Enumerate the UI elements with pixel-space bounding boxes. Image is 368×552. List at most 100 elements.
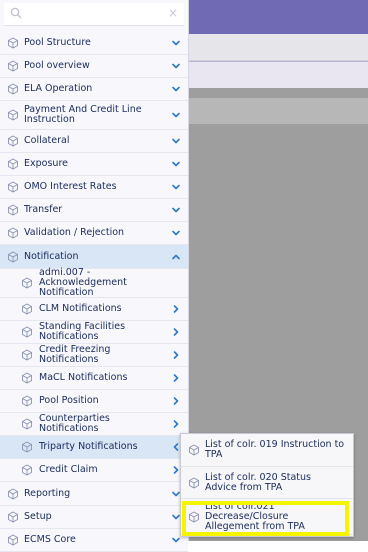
cube-icon — [21, 349, 33, 361]
sidebar-item-payment-and-credit-line-instruction[interactable]: Payment And Credit Line Instruction — [0, 101, 188, 130]
sidebar-item-label: Counterparties Notifications — [39, 413, 110, 434]
cube-icon — [7, 534, 19, 546]
sidebar-item-notification[interactable]: Notification — [0, 245, 188, 269]
submenu-item-list-of-colr-019-instruction-to-tpa[interactable]: List of colr. 019 Instruction to TPA — [181, 434, 353, 467]
sidebar-item-credit-claim[interactable]: Credit Claim — [0, 459, 188, 482]
sidebar-item-credit-freezing-notifications[interactable]: Credit Freezing Notifications — [0, 344, 188, 367]
sidebar-item-label: Reporting — [24, 487, 71, 499]
sidebar-item-label: Standing Facilities Notifications — [39, 321, 126, 342]
sidebar-item-label: Pool Structure — [24, 36, 91, 48]
sidebar-item-counterparties-notifications[interactable]: Counterparties Notifications — [0, 413, 188, 436]
chevron-right-icon[interactable] — [172, 397, 180, 405]
sidebar-item-ela-operation[interactable]: ELA Operation — [0, 78, 188, 101]
chevron-right-icon[interactable] — [172, 466, 180, 474]
cube-icon — [7, 250, 19, 263]
sidebar-item-label: CLM Notifications — [39, 303, 122, 314]
cube-icon — [7, 511, 19, 523]
sidebar-item-label: admi.007 - Acknowledgement Notification — [39, 267, 127, 298]
submenu-item-list-of-colr-020-status-advice-from-tpa[interactable]: List of colr. 020 Status Advice from TPA — [181, 467, 353, 499]
sidebar-item-omo-interest-rates[interactable]: OMO Interest Rates — [0, 176, 188, 199]
sidebar-item-label: Pool overview — [24, 60, 90, 71]
chevron-down-icon[interactable] — [172, 85, 180, 93]
cube-icon — [188, 476, 200, 489]
sidebar-item-label: Notification — [24, 250, 79, 262]
chevron-down-icon[interactable] — [172, 536, 180, 544]
chevron-right-icon[interactable] — [172, 351, 180, 359]
sidebar-item-macl-notifications[interactable]: MaCL Notifications — [0, 367, 188, 390]
submenu-item-label: List of colr. 019 Instruction to TPA — [205, 439, 345, 460]
chevron-down-icon[interactable] — [172, 39, 180, 47]
background-toolbar — [188, 34, 368, 61]
cube-icon — [7, 158, 19, 170]
sidebar-item-label: OMO Interest Rates — [24, 181, 117, 192]
cube-icon — [7, 109, 19, 121]
cube-icon — [7, 60, 19, 72]
sidebar-item-label: Validation / Rejection — [24, 227, 125, 238]
sidebar-item-pool-position[interactable]: Pool Position — [0, 390, 188, 413]
sidebar-item-label: ECMS Core — [24, 534, 76, 545]
cube-icon — [21, 303, 33, 315]
sidebar-item-pool-overview[interactable]: Pool overview — [0, 55, 188, 78]
search-icon — [10, 7, 22, 19]
content-overlay-strip — [188, 98, 368, 124]
sidebar-menu: × Pool Structure Pool overview ELA Operati… — [0, 0, 189, 552]
cube-icon — [7, 227, 19, 239]
chevron-down-icon[interactable] — [172, 160, 180, 168]
cube-icon — [21, 441, 33, 453]
cube-icon — [7, 83, 19, 95]
sidebar-item-label: Triparty Notifications — [39, 441, 138, 452]
menu-search-box[interactable]: × — [4, 3, 184, 26]
sidebar-item-label: Exposure — [24, 158, 68, 169]
sidebar-item-label: ELA Operation — [24, 83, 93, 94]
sidebar-item-label: Pool Position — [39, 395, 99, 406]
chevron-down-icon[interactable] — [172, 490, 180, 498]
chevron-left-icon[interactable] — [172, 443, 180, 451]
sidebar-item-clm-notifications[interactable]: CLM Notifications — [0, 298, 188, 321]
cube-icon — [7, 135, 19, 147]
chevron-down-icon[interactable] — [172, 513, 180, 521]
sidebar-item-label: Credit Claim — [39, 464, 98, 475]
sidebar-item-label: Transfer — [24, 204, 63, 215]
search-input[interactable] — [26, 6, 156, 22]
cube-icon — [7, 181, 19, 193]
sidebar-item-label: MaCL Notifications — [39, 372, 128, 383]
close-icon[interactable]: × — [168, 7, 178, 19]
cube-icon — [7, 487, 19, 500]
chevron-up-icon[interactable] — [172, 253, 180, 261]
cube-icon — [21, 326, 33, 338]
sidebar-item-transfer[interactable]: Transfer — [0, 199, 188, 222]
sidebar-item-standing-facilities-notifications[interactable]: Standing Facilities Notifications — [0, 321, 188, 344]
chevron-down-icon[interactable] — [172, 229, 180, 237]
cube-icon — [188, 444, 200, 456]
chevron-down-icon[interactable] — [172, 62, 180, 70]
cube-icon — [21, 372, 33, 384]
cube-icon — [7, 36, 19, 49]
selected-item-highlight-box — [182, 501, 349, 536]
chevron-right-icon[interactable] — [172, 374, 180, 382]
sidebar-item-pool-structure[interactable]: Pool Structure — [0, 31, 188, 55]
chevron-right-icon[interactable] — [172, 328, 180, 336]
app-header-bar — [188, 0, 368, 34]
chevron-down-icon[interactable] — [172, 137, 180, 145]
sidebar-item-collateral[interactable]: Collateral — [0, 130, 188, 153]
cube-icon — [21, 277, 33, 289]
chevron-right-icon[interactable] — [172, 420, 180, 428]
chevron-right-icon[interactable] — [172, 305, 180, 313]
cube-icon — [7, 204, 19, 216]
sidebar-item-label: Payment And Credit Line Instruction — [24, 104, 142, 125]
cube-icon — [21, 418, 33, 430]
sidebar-item-triparty-notifications[interactable]: Triparty Notifications — [0, 436, 188, 459]
background-tab-row — [188, 61, 368, 89]
submenu-item-label: List of colr. 020 Status Advice from TPA — [205, 471, 311, 493]
sidebar-item-label: Credit Freezing Notifications — [39, 344, 111, 365]
sidebar-item-label: Setup — [24, 511, 52, 522]
sidebar-item-validation-rejection[interactable]: Validation / Rejection — [0, 222, 188, 245]
chevron-down-icon[interactable] — [172, 206, 180, 214]
sidebar-item-exposure[interactable]: Exposure — [0, 153, 188, 176]
sidebar-item-admi-007-acknowledgement-notification[interactable]: admi.007 - Acknowledgement Notification — [0, 267, 188, 298]
sidebar-item-setup[interactable]: Setup — [0, 506, 188, 529]
chevron-down-icon[interactable] — [172, 183, 180, 191]
sidebar-item-reporting[interactable]: Reporting — [0, 482, 188, 506]
sidebar-item-label: Collateral — [24, 135, 70, 146]
chevron-down-icon[interactable] — [172, 111, 180, 119]
